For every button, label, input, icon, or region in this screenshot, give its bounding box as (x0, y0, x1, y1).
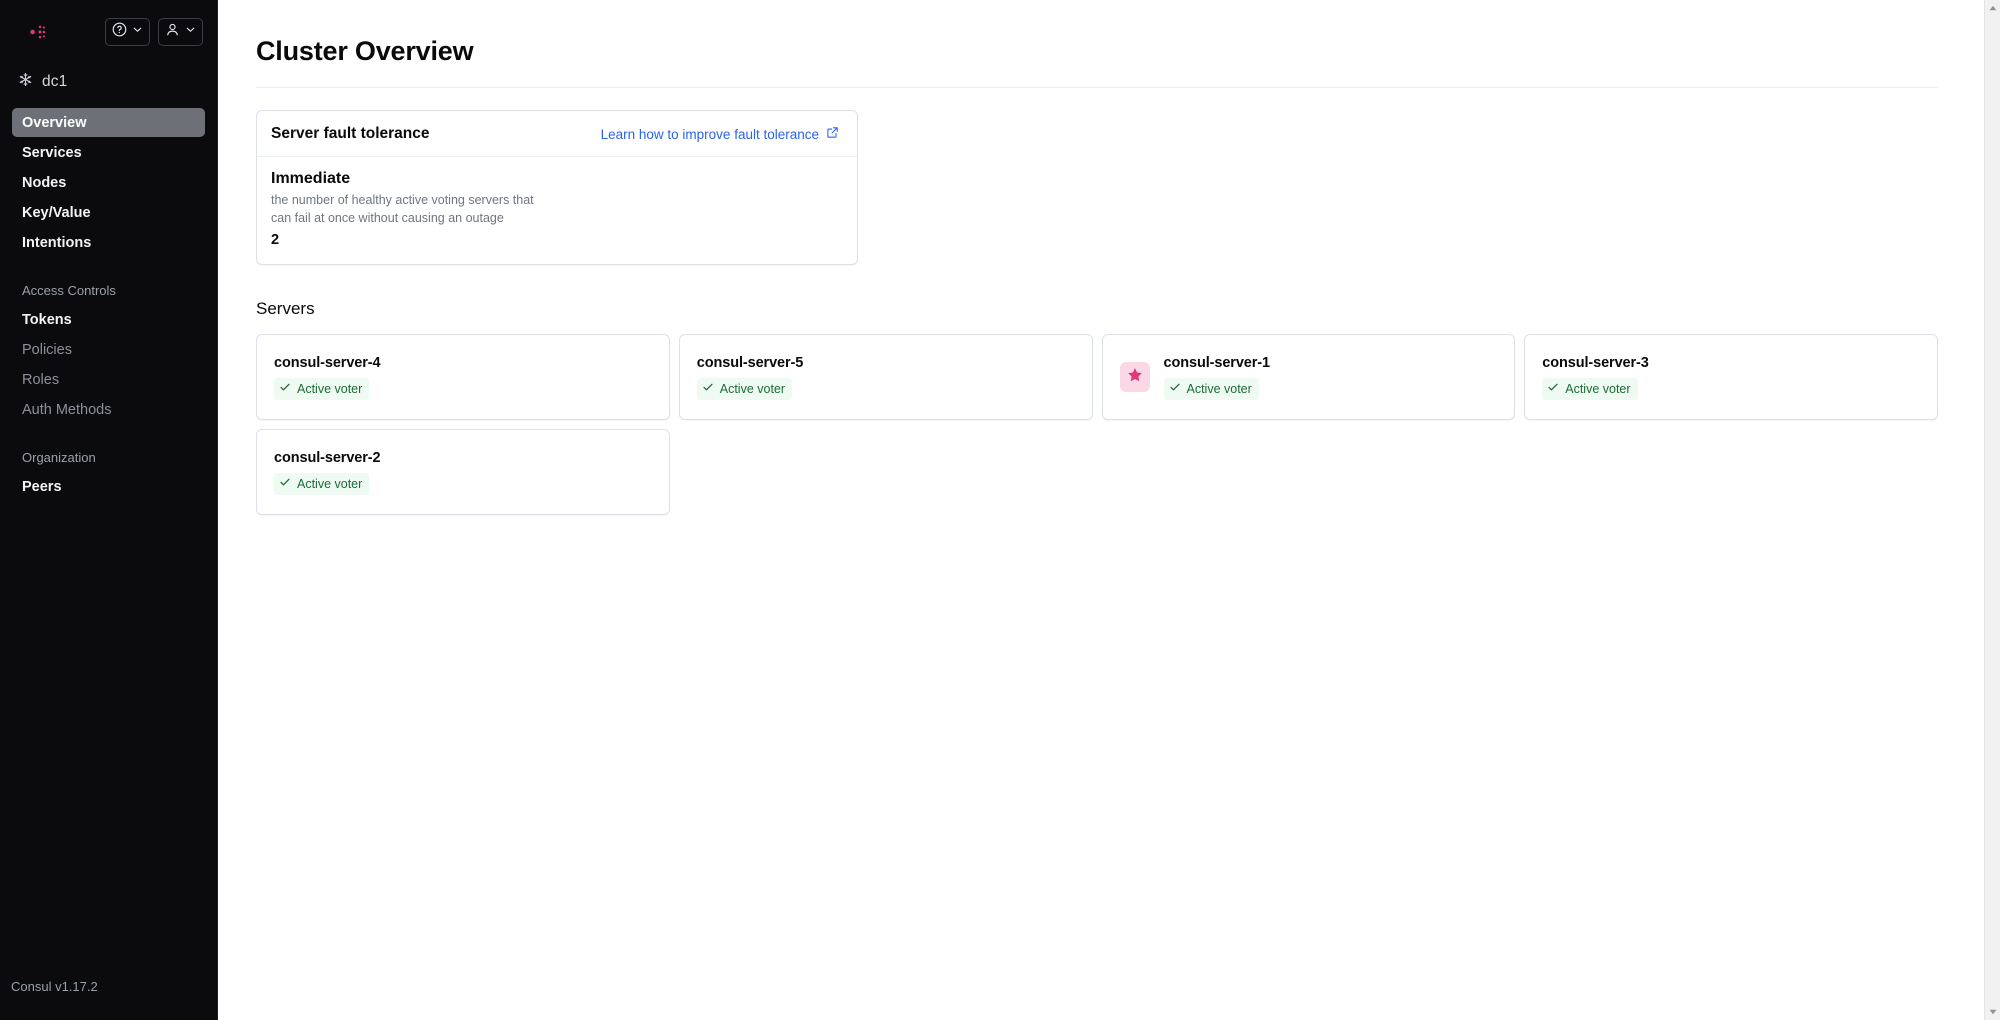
page-title: Cluster Overview (256, 36, 474, 66)
fault-tolerance-metric-heading: Immediate (271, 170, 351, 187)
sidebar-section-access-controls: Access Controls (22, 282, 116, 298)
sidebar-item-label: Services (22, 144, 82, 161)
scroll-up-arrow-icon[interactable] (1985, 0, 2000, 16)
check-icon (1547, 380, 1559, 398)
sidebar-item-policies[interactable]: Policies (12, 335, 205, 364)
check-icon (1169, 380, 1181, 398)
external-link-icon (826, 126, 839, 142)
vertical-scrollbar[interactable] (1984, 0, 2000, 1020)
sidebar-item-label: Nodes (22, 174, 67, 191)
status-badge-label: Active voter (719, 381, 786, 396)
status-badge: Active voter (1163, 377, 1259, 400)
sidebar-item-label: Policies (22, 341, 72, 358)
sidebar-item-nodes[interactable]: Nodes (12, 168, 205, 197)
server-card-body: consul-server-5 Active voter (696, 354, 804, 400)
check-icon (279, 380, 291, 398)
server-name: consul-server-5 (696, 354, 804, 371)
sidebar-item-label: Tokens (22, 311, 72, 328)
server-name: consul-server-3 (1542, 354, 1649, 371)
sidebar-nav: Overview Services Nodes Key/Value Intent… (0, 108, 217, 502)
server-card-body: consul-server-2 Active voter (274, 450, 381, 495)
sidebar-item-label: Overview (22, 114, 87, 131)
title-divider (256, 87, 1938, 88)
servers-section-title: Servers (256, 299, 315, 319)
server-card[interactable]: consul-server-3 Active voter (1524, 334, 1938, 421)
sidebar-item-label: Peers (22, 478, 62, 495)
fault-tolerance-header: Server fault tolerance Learn how to impr… (257, 111, 857, 157)
status-badge-label: Active voter (1565, 381, 1631, 396)
status-badge-label: Active voter (1186, 381, 1252, 396)
datacenter-label: dc1 (42, 73, 68, 90)
fault-tolerance-metric-description: the number of healthy active voting serv… (271, 193, 534, 226)
app-root: dc1 Overview Services Nodes Key/Value In… (0, 0, 2000, 1020)
learn-fault-tolerance-link[interactable]: Learn how to improve fault tolerance (601, 126, 839, 142)
sidebar-topbar (0, 0, 217, 64)
main-content: Cluster Overview Server fault tolerance … (218, 0, 2000, 1020)
server-card[interactable]: consul-server-4 Active voter (256, 334, 670, 421)
fault-tolerance-metric-value: 2 (271, 232, 280, 249)
user-icon (164, 21, 181, 43)
sidebar-item-peers[interactable]: Peers (12, 472, 205, 501)
status-badge: Active voter (274, 472, 370, 495)
fault-tolerance-title: Server fault tolerance (271, 125, 430, 142)
server-name: consul-server-1 (1163, 354, 1271, 371)
help-circle-icon (111, 21, 128, 43)
leader-badge (1119, 362, 1150, 393)
server-card-body: consul-server-1 Active voter (1163, 354, 1271, 400)
sidebar-item-tokens[interactable]: Tokens (12, 305, 205, 334)
check-icon (702, 380, 714, 398)
sidebar: dc1 Overview Services Nodes Key/Value In… (0, 0, 218, 1020)
sidebar-item-key-value[interactable]: Key/Value (12, 198, 205, 227)
learn-fault-tolerance-label: Learn how to improve fault tolerance (600, 126, 819, 142)
status-badge-label: Active voter (297, 476, 363, 491)
server-card-body: consul-server-4 Active voter (274, 355, 381, 400)
sidebar-item-label: Key/Value (22, 204, 91, 221)
sidebar-item-auth-methods[interactable]: Auth Methods (12, 395, 205, 424)
sidebar-item-label: Roles (22, 371, 60, 388)
sidebar-item-roles[interactable]: Roles (12, 365, 205, 394)
status-badge: Active voter (274, 377, 370, 400)
fault-tolerance-body: Immediate the number of healthy active v… (257, 157, 857, 264)
sidebar-section-organization: Organization (22, 449, 96, 465)
server-name: consul-server-4 (274, 354, 381, 371)
consul-version-label: Consul v1.17.2 (11, 979, 98, 994)
server-name: consul-server-2 (274, 449, 381, 466)
star-icon (1126, 366, 1144, 389)
server-card[interactable]: consul-server-5 Active voter (678, 334, 1093, 421)
server-fault-tolerance-card: Server fault tolerance Learn how to impr… (256, 110, 858, 266)
datacenter-selector[interactable]: dc1 (0, 64, 217, 100)
consul-logo[interactable] (16, 15, 50, 49)
user-menu-button[interactable] (158, 18, 203, 46)
datacenter-snowflake-icon (18, 72, 33, 92)
sidebar-item-overview[interactable]: Overview (12, 108, 205, 137)
sidebar-item-label: Auth Methods (22, 401, 112, 418)
sidebar-item-services[interactable]: Services (12, 138, 205, 167)
server-card[interactable]: consul-server-2 Active voter (256, 429, 670, 516)
servers-grid: consul-server-4 Active voter consul-serv… (256, 334, 1938, 516)
status-badge-label: Active voter (297, 381, 363, 396)
chevron-down-icon (184, 23, 197, 41)
sidebar-item-label: Intentions (22, 234, 92, 251)
help-menu-button[interactable] (105, 18, 150, 46)
check-icon (279, 475, 291, 493)
chevron-down-icon (131, 23, 144, 41)
topbar-actions (105, 18, 203, 46)
status-badge: Active voter (696, 377, 793, 400)
scroll-down-arrow-icon[interactable] (1985, 1004, 2000, 1020)
sidebar-item-intentions[interactable]: Intentions (12, 228, 205, 257)
status-badge: Active voter (1542, 377, 1638, 400)
server-card-leader[interactable]: consul-server-1 Active voter (1101, 334, 1516, 421)
server-card-body: consul-server-3 Active voter (1542, 355, 1649, 400)
